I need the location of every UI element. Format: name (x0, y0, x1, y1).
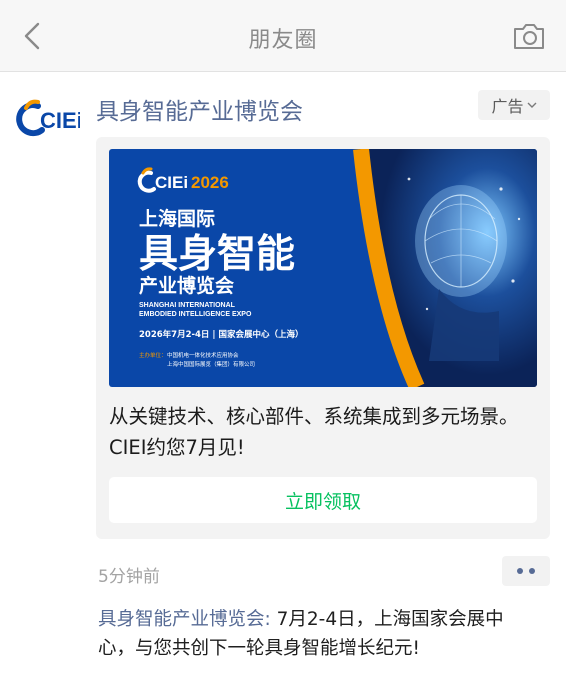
advertiser-avatar[interactable]: CIEi (16, 94, 80, 142)
banner-date-venue: 2026年7月2-4日 | 国家会展中心（上海） (139, 329, 303, 340)
page-title: 朋友圈 (248, 28, 318, 53)
ad-banner-image[interactable]: CIEi 2026 上海国际 具身智能 产业博览会 SHANGHAI INTER… (109, 149, 537, 387)
comment: 具身智能产业博览会: 7月2-4日，上海国家会展中心，与您共创下一轮具身智能增长… (98, 605, 538, 663)
more-dot-icon (529, 568, 535, 574)
banner-title-line1: 上海国际 (139, 207, 215, 230)
banner-en-line1: SHANGHAI INTERNATIONAL (139, 302, 236, 309)
ad-description: 从关键技术、核心部件、系统集成到多元场景。CIEI约您7月见! (109, 405, 519, 459)
ad-card: CIEi 2026 上海国际 具身智能 产业博览会 SHANGHAI INTER… (96, 137, 550, 539)
ad-tag-label: 广告 (491, 97, 524, 116)
post-time: 5分钟前 (98, 567, 160, 587)
chevron-down-icon (527, 102, 536, 108)
ad-tag-button[interactable]: 广告 (478, 90, 550, 120)
banner-organizer-2: 上海中国国际展览（集团）有限公司 (167, 360, 255, 368)
banner-organizer-1: 中国机电一体化技术应用协会 (167, 351, 239, 359)
avatar-logo-text: CIEi (40, 108, 80, 133)
more-dot-icon (517, 568, 523, 574)
camera-icon[interactable] (512, 20, 546, 52)
claim-now-button[interactable]: 立即领取 (109, 477, 537, 523)
advertiser-name[interactable]: 具身智能产业博览会 (96, 92, 303, 126)
more-options-button[interactable] (502, 556, 550, 586)
banner-title-line3: 产业博览会 (139, 274, 234, 297)
banner-logo-text: CIEi (155, 173, 188, 192)
comment-author[interactable]: 具身智能产业博览会: (98, 609, 271, 630)
banner-en-line2: EMBODIED INTELLIGENCE EXPO (139, 311, 252, 318)
banner-title-line2: 具身智能 (139, 232, 295, 277)
banner-year: 2026 (191, 173, 229, 192)
banner-organizer-label: 主办单位： (139, 351, 167, 359)
top-nav-bar: 朋友圈 (0, 0, 566, 72)
